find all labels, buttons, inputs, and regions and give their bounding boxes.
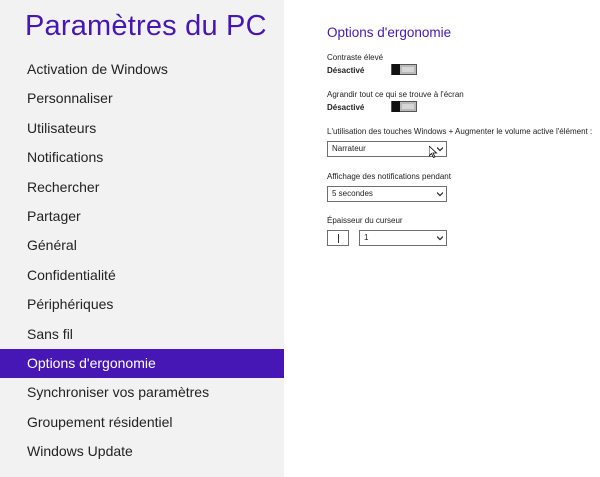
high-contrast-label: Contraste élevé	[327, 53, 384, 62]
sidebar-item-ergonomie[interactable]: Options d'ergonomie	[0, 348, 284, 379]
sidebar-item-groupement[interactable]: Groupement résidentiel	[0, 408, 284, 437]
toggle-thumb	[392, 64, 400, 75]
sidebar-item-notifications[interactable]: Notifications	[0, 143, 284, 172]
sidebar-nav: Activation de Windows Personnaliser Util…	[0, 55, 284, 466]
text-cursor-preview	[338, 234, 339, 243]
high-contrast-value: Désactivé	[327, 66, 365, 75]
sidebar-item-personnaliser[interactable]: Personnaliser	[0, 84, 284, 113]
sidebar-item-partager[interactable]: Partager	[0, 202, 284, 231]
cursor-thickness-select[interactable]: 1	[359, 230, 447, 246]
win-volume-selected: Narrateur	[332, 144, 366, 153]
sidebar-item-utilisateurs[interactable]: Utilisateurs	[0, 114, 284, 143]
notif-duration-select[interactable]: 5 secondes	[327, 186, 447, 202]
sidebar-item-sans-fil[interactable]: Sans fil	[0, 320, 284, 349]
cursor-preview	[327, 230, 349, 246]
chevron-down-icon	[437, 236, 443, 241]
sidebar-item-synchroniser[interactable]: Synchroniser vos paramètres	[0, 378, 284, 407]
page-title: Paramètres du PC	[25, 10, 267, 42]
sidebar-item-general[interactable]: Général	[0, 231, 284, 260]
sidebar-item-windows-update[interactable]: Windows Update	[0, 437, 284, 466]
mouse-pointer-icon	[429, 146, 438, 158]
section-title: Options d'ergonomie	[327, 25, 452, 40]
notif-duration-selected: 5 secondes	[332, 189, 373, 198]
sidebar: Paramètres du PC Activation de Windows P…	[0, 0, 284, 477]
chevron-down-icon	[437, 192, 443, 197]
toggle-track	[402, 104, 414, 109]
enlarge-label: Agrandir tout ce qui se trouve à l'écran	[327, 90, 464, 99]
notif-duration-label: Affichage des notifications pendant	[327, 172, 451, 181]
enlarge-value: Désactivé	[327, 103, 365, 112]
cursor-thickness-selected: 1	[364, 233, 369, 242]
win-volume-label: L'utilisation des touches Windows + Augm…	[327, 127, 593, 136]
high-contrast-toggle[interactable]	[391, 64, 417, 75]
toggle-thumb	[392, 101, 400, 112]
enlarge-toggle[interactable]	[391, 101, 417, 112]
cursor-thickness-label: Épaisseur du curseur	[327, 216, 403, 225]
sidebar-item-activation[interactable]: Activation de Windows	[0, 55, 284, 84]
sidebar-item-confidentialite[interactable]: Confidentialité	[0, 261, 284, 290]
sidebar-item-rechercher[interactable]: Rechercher	[0, 173, 284, 202]
toggle-track	[402, 67, 414, 72]
sidebar-item-peripheriques[interactable]: Périphériques	[0, 290, 284, 319]
